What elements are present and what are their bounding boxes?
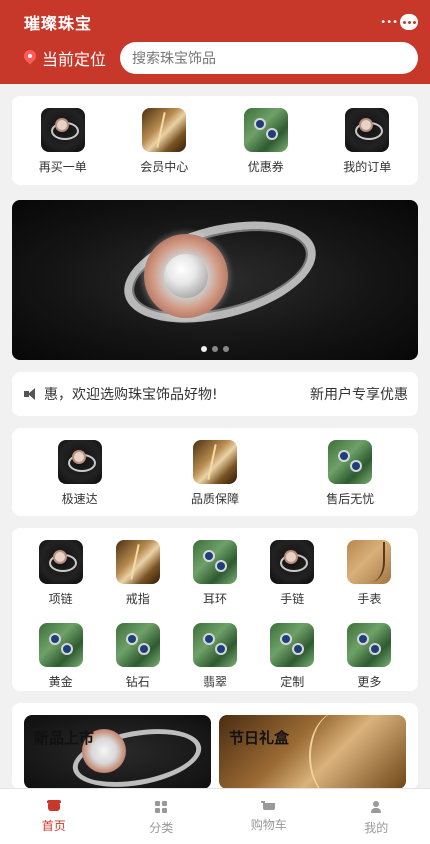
- category-bracelet[interactable]: 手链: [254, 540, 331, 609]
- sapphire-earrings-thumb: [243, 108, 288, 152]
- category-label: 钻石: [125, 674, 150, 689]
- header-actions: •••: [380, 14, 418, 30]
- chat-icon[interactable]: [400, 14, 418, 30]
- category-label: 更多: [357, 674, 382, 689]
- category-label: 手链: [280, 592, 305, 606]
- category-label: 黄金: [48, 674, 73, 689]
- header-search-row: 当前定位 搜索珠宝饰品: [12, 42, 418, 74]
- category-label: 耳环: [202, 592, 227, 606]
- sapphire-earrings-thumb: [192, 540, 237, 584]
- category-more[interactable]: 更多: [331, 622, 408, 692]
- search-input[interactable]: 搜索珠宝饰品: [120, 42, 418, 74]
- header-top-row: 璀璨珠宝 •••: [12, 10, 418, 34]
- category-icon: [155, 801, 168, 813]
- category-watch[interactable]: 手表: [331, 540, 408, 609]
- banner-pagination: [12, 346, 418, 352]
- tab-label: 分类: [149, 821, 174, 835]
- category-necklace[interactable]: 项链: [22, 540, 99, 609]
- brand-title: 璀璨珠宝: [24, 14, 93, 33]
- service-after-sales[interactable]: 售后无忧: [300, 440, 400, 516]
- service-label: 极速达: [61, 492, 98, 506]
- user-icon: [370, 801, 382, 813]
- service-guarantees: 极速达 品质保障 售后无忧: [12, 428, 418, 516]
- tab-cart[interactable]: 购物车: [215, 789, 323, 844]
- promo-title: 节日礼盒: [229, 729, 290, 747]
- quick-action-label: 再买一单: [38, 160, 87, 174]
- ring-thumb: [38, 540, 83, 584]
- location-label: 当前定位: [42, 50, 107, 69]
- notice-text: 享优惠，欢迎选购珠宝饰品好物!: [44, 387, 218, 403]
- category-diamond[interactable]: 钻石: [99, 622, 176, 692]
- notice-bar[interactable]: 享优惠，欢迎选购珠宝饰品好物! 新用户专享优惠: [12, 372, 418, 416]
- location-pin-icon: [24, 50, 36, 66]
- promo-new-arrivals[interactable]: 新品上市: [24, 715, 211, 789]
- category-label: 项链: [48, 592, 73, 606]
- home-icon: [46, 800, 61, 811]
- ring-thumb: [345, 108, 390, 152]
- pager-dot[interactable]: [223, 346, 229, 352]
- category-jade[interactable]: 翡翠: [176, 622, 253, 692]
- quick-action-label: 会员中心: [140, 160, 189, 174]
- cart-icon: [260, 801, 275, 810]
- hero-banner[interactable]: [12, 200, 418, 360]
- location-selector[interactable]: 当前定位: [24, 46, 120, 70]
- promo-holiday-gift-box[interactable]: 节日礼盒: [219, 715, 406, 789]
- category-custom[interactable]: 定制: [254, 622, 331, 692]
- category-label: 翡翠: [202, 674, 227, 689]
- pager-dot-active[interactable]: [201, 346, 207, 352]
- quick-action-rebuy[interactable]: 再买一单: [28, 108, 98, 175]
- tab-home[interactable]: 首页: [0, 789, 108, 844]
- quick-action-my-orders[interactable]: 我的订单: [332, 108, 402, 175]
- sapphire-earrings-thumb: [192, 622, 237, 667]
- tab-category[interactable]: 分类: [108, 789, 216, 844]
- ring-thumb: [57, 440, 102, 484]
- service-quality[interactable]: 品质保障: [165, 440, 265, 516]
- ring-thumb: [40, 108, 85, 152]
- quick-action-coupons[interactable]: 优惠券: [231, 108, 301, 175]
- category-label: 手表: [357, 592, 382, 606]
- quick-action-label: 我的订单: [343, 160, 392, 174]
- service-label: 品质保障: [190, 492, 239, 506]
- tab-label: 购物车: [250, 818, 287, 832]
- bottom-tab-bar: 首页 分类 购物车 我的: [0, 788, 430, 844]
- gold-pendant-thumb: [347, 540, 392, 584]
- tab-label: 我的: [364, 821, 389, 835]
- category-ring[interactable]: 戒指: [99, 540, 176, 609]
- gold-chain-thumb: [115, 540, 160, 584]
- quick-actions: 再买一单 会员中心 优惠券 我的订单: [12, 96, 418, 185]
- sapphire-earrings-thumb: [347, 622, 392, 667]
- new-user-offer-link[interactable]: 新用户专享优惠: [310, 384, 408, 404]
- quick-action-member-center[interactable]: 会员中心: [129, 108, 199, 175]
- category-label: 戒指: [125, 592, 150, 606]
- tab-label: 首页: [41, 819, 66, 833]
- ring-thumb: [270, 540, 315, 584]
- promo-section: 新品上市 节日礼盒: [12, 703, 418, 789]
- pager-dot[interactable]: [212, 346, 218, 352]
- sapphire-earrings-thumb: [115, 622, 160, 667]
- category-grid: 项链 戒指 耳环 手链 手表 黄金 钻石 翡翠 定制 更多: [12, 528, 418, 691]
- app-header: 璀璨珠宝 ••• 当前定位 搜索珠宝饰品: [0, 0, 430, 84]
- promo-title: 新品上市: [34, 729, 95, 747]
- gold-chain-thumb: [142, 108, 187, 152]
- more-dots-icon[interactable]: •••: [380, 17, 398, 28]
- sapphire-earrings-thumb: [38, 622, 83, 667]
- speaker-icon: [24, 388, 38, 400]
- tab-mine[interactable]: 我的: [323, 789, 430, 844]
- notice-marquee: 享优惠，欢迎选购珠宝饰品好物!: [44, 384, 302, 404]
- category-gold[interactable]: 黄金: [22, 622, 99, 692]
- sapphire-earrings-thumb: [328, 440, 373, 484]
- diamond-graphic: [164, 254, 208, 298]
- service-label: 售后无忧: [326, 492, 375, 506]
- quick-action-label: 优惠券: [247, 160, 284, 174]
- sapphire-earrings-thumb: [270, 622, 315, 667]
- gold-chain-thumb: [192, 440, 237, 484]
- category-earrings[interactable]: 耳环: [176, 540, 253, 609]
- service-express[interactable]: 极速达: [30, 440, 130, 516]
- category-label: 定制: [280, 674, 305, 689]
